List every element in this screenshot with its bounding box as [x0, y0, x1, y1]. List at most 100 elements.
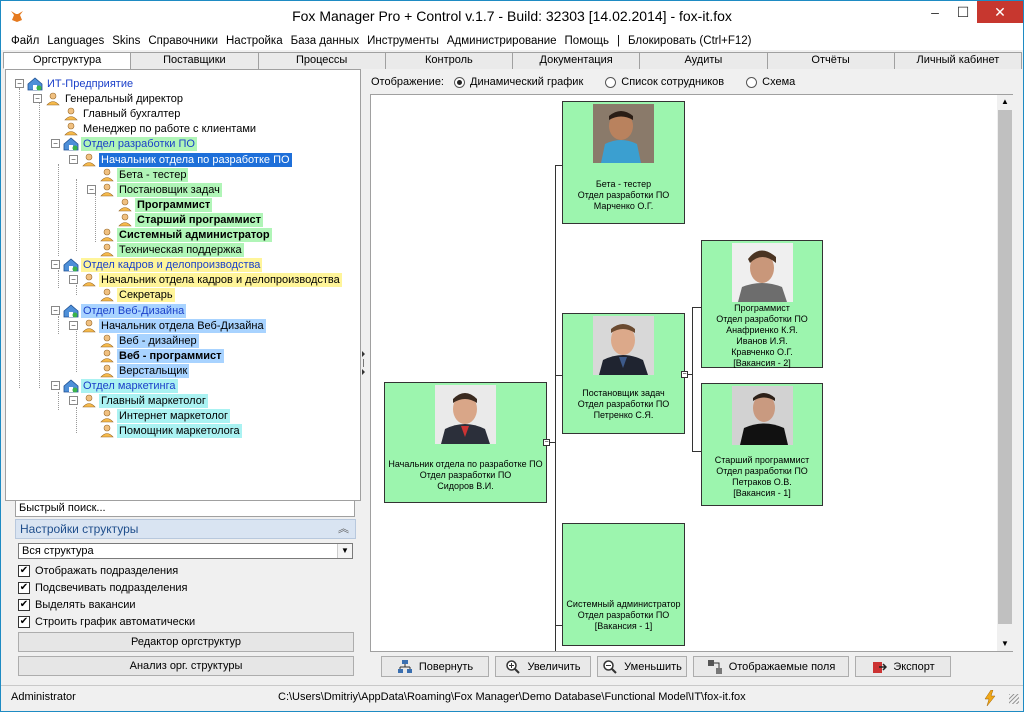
structure-scope-select[interactable]: Вся структура ▼	[18, 543, 353, 559]
tab-suppliers[interactable]: Поставщики	[130, 52, 259, 69]
tree-node-sysadmin[interactable]: Системный администратор	[87, 227, 272, 242]
tree-node-label[interactable]: Генеральный директор	[63, 92, 185, 106]
rotate-button[interactable]: Повернуть	[381, 656, 489, 677]
zoom-out-button[interactable]: Уменьшить	[597, 656, 687, 677]
tree-expander-icon[interactable]: −	[69, 396, 78, 405]
tree-expander-icon[interactable]: −	[33, 94, 42, 103]
menu-settings[interactable]: Настройка	[222, 35, 287, 47]
tree-node-marketing-assistant[interactable]: Помощник маркетолога	[87, 423, 242, 438]
tree-node-label[interactable]: Веб - дизайнер	[117, 333, 199, 348]
radio-scheme-label[interactable]: Схема	[762, 76, 795, 88]
tree-expander-icon[interactable]: −	[51, 306, 60, 315]
tree-node-label[interactable]: Отдел маркетинга	[81, 378, 178, 393]
resize-grip-icon[interactable]	[1009, 694, 1019, 704]
tree-expander-icon[interactable]: −	[51, 260, 60, 269]
scroll-thumb[interactable]	[998, 110, 1012, 624]
tree-node-label[interactable]: Системный администратор	[117, 227, 272, 242]
collapse-icon[interactable]: ︽	[338, 520, 349, 538]
scroll-down-icon[interactable]: ▼	[997, 637, 1013, 651]
org-editor-button[interactable]: Редактор оргструктур	[18, 632, 354, 652]
tree-node-label[interactable]: Техническая поддержка	[117, 242, 244, 257]
tree-node-label[interactable]: Главный бухгалтер	[81, 107, 182, 121]
tree-node-label[interactable]: Отдел Веб-Дизайна	[81, 303, 187, 318]
org-card-department-head[interactable]: Начальник отдела по разработке ПО Отдел …	[384, 382, 547, 503]
menu-file[interactable]: Файл	[7, 35, 43, 47]
menu-tools[interactable]: Инструменты	[363, 35, 443, 47]
tree-node-label[interactable]: Секретарь	[117, 287, 175, 302]
checkbox-icon[interactable]: ✔	[18, 582, 30, 594]
radio-employee-list[interactable]	[605, 76, 617, 88]
tree-node-web-designer[interactable]: Веб - дизайнер	[87, 333, 199, 348]
tree-expander-icon[interactable]: −	[69, 321, 78, 330]
tree-node-web-head[interactable]: − Начальник отдела Веб-Дизайна	[69, 318, 266, 333]
tree-node-label[interactable]: Программист	[135, 197, 213, 212]
menu-skins[interactable]: Skins	[108, 35, 144, 47]
tree-node-label[interactable]: Начальник отдела кадров и делопроизводст…	[99, 272, 342, 287]
collapse-node-icon[interactable]: −	[681, 371, 688, 378]
tree-node-label[interactable]: Постановщик задач	[117, 182, 222, 197]
tree-node-task-setter[interactable]: − Постановщик задач	[87, 182, 222, 197]
zoom-in-button[interactable]: Увеличить	[495, 656, 591, 677]
visible-fields-button[interactable]: Отображаемые поля	[693, 656, 849, 677]
mark-vacancies-checkbox[interactable]: ✔ Выделять вакансии	[18, 597, 136, 613]
tree-node-label[interactable]: Отдел кадров и делопроизводства	[81, 257, 263, 272]
collapse-node-icon[interactable]: −	[543, 439, 550, 446]
auto-build-chart-checkbox[interactable]: ✔ Строить график автоматически	[18, 614, 195, 630]
tree-node-chief-accountant[interactable]: Главный бухгалтер	[51, 106, 182, 121]
quick-search-input[interactable]: Быстрый поиск...	[15, 500, 355, 517]
tree-expander-icon[interactable]: −	[15, 79, 24, 88]
tree-node-marketing-department[interactable]: − Отдел маркетинга	[51, 378, 178, 393]
tree-node-internet-marketer[interactable]: Интернет маркетолог	[87, 408, 231, 423]
radio-dynamic-chart-label[interactable]: Динамический график	[470, 76, 583, 88]
maximize-button[interactable]: ☐	[949, 1, 977, 23]
radio-employee-list-label[interactable]: Список сотрудников	[621, 76, 724, 88]
tree-expander-icon[interactable]: −	[51, 139, 60, 148]
chart-vertical-scrollbar[interactable]: ▲ ▼	[997, 95, 1013, 651]
tab-audits[interactable]: Аудиты	[639, 52, 768, 69]
tree-node-web-department[interactable]: − Отдел Веб-Дизайна	[51, 303, 187, 318]
tree-node-general-director[interactable]: − Генеральный директор	[33, 91, 185, 106]
tree-node-label[interactable]: Помощник маркетолога	[117, 423, 242, 438]
org-card-beta-tester[interactable]: Бета - тестер Отдел разработки ПО Марчен…	[562, 101, 685, 224]
tree-node-senior-programmer[interactable]: Старший программист	[105, 212, 263, 227]
checkbox-icon[interactable]: ✔	[18, 616, 30, 628]
tree-node-label[interactable]: Бета - тестер	[117, 167, 189, 182]
scroll-up-icon[interactable]: ▲	[997, 95, 1013, 109]
org-card-sysadmin[interactable]: Системный администратор Отдел разработки…	[562, 523, 685, 646]
tree-node-label[interactable]: Главный маркетолог	[99, 393, 208, 408]
radio-scheme[interactable]	[746, 76, 758, 88]
show-departments-checkbox[interactable]: ✔ Отображать подразделения	[18, 563, 178, 579]
tab-org-structure[interactable]: Оргструктура	[3, 52, 132, 69]
tree-node-label[interactable]: Менеджер по работе с клиентами	[81, 122, 258, 136]
tree-node-label[interactable]: Старший программист	[135, 212, 263, 227]
tree-node-label[interactable]: Начальник отдела Веб-Дизайна	[99, 318, 266, 333]
tree-node-programmer[interactable]: Программист	[105, 197, 213, 212]
lightning-icon[interactable]	[983, 690, 997, 706]
tree-node-dev-department[interactable]: − Отдел разработки ПО	[51, 136, 197, 151]
tree-expander-icon[interactable]: −	[87, 185, 96, 194]
export-button[interactable]: Экспорт	[855, 656, 951, 677]
menu-database[interactable]: База данных	[287, 35, 364, 47]
tree-node-chief-marketer[interactable]: − Главный маркетолог	[69, 393, 208, 408]
panel-splitter[interactable]	[361, 351, 366, 375]
tree-expander-icon[interactable]: −	[51, 381, 60, 390]
tree-expander-icon[interactable]: −	[69, 155, 78, 164]
tab-documentation[interactable]: Документация	[512, 52, 641, 69]
highlight-departments-checkbox[interactable]: ✔ Подсвечивать подразделения	[18, 580, 188, 596]
menu-lock[interactable]: Блокировать (Ctrl+F12)	[624, 35, 756, 47]
radio-dynamic-chart[interactable]	[454, 76, 465, 88]
tree-node-label[interactable]: Интернет маркетолог	[117, 408, 231, 423]
tree-node-label[interactable]: Верстальщик	[117, 363, 190, 378]
structure-settings-header[interactable]: Настройки структуры ︽	[15, 519, 356, 539]
tree-node-hr-head[interactable]: − Начальник отдела кадров и делопроизводс…	[69, 272, 342, 287]
menu-references[interactable]: Справочники	[144, 35, 222, 47]
tree-node-label[interactable]: ИТ-Предприятие	[45, 77, 135, 91]
tree-node-tech-support[interactable]: Техническая поддержка	[87, 242, 244, 257]
tree-node-hr-department[interactable]: − Отдел кадров и делопроизводства	[51, 257, 263, 272]
tree-expander-icon[interactable]: −	[69, 275, 78, 284]
tree-node-label[interactable]: Веб - программист	[117, 348, 224, 363]
tree-node-beta-tester[interactable]: Бета - тестер	[87, 167, 189, 182]
org-card-senior-programmer[interactable]: Старший программист Отдел разработки ПО …	[701, 383, 823, 506]
tab-personal-account[interactable]: Личный кабинет	[893, 52, 1022, 69]
tree-node-client-manager[interactable]: Менеджер по работе с клиентами	[51, 121, 258, 136]
